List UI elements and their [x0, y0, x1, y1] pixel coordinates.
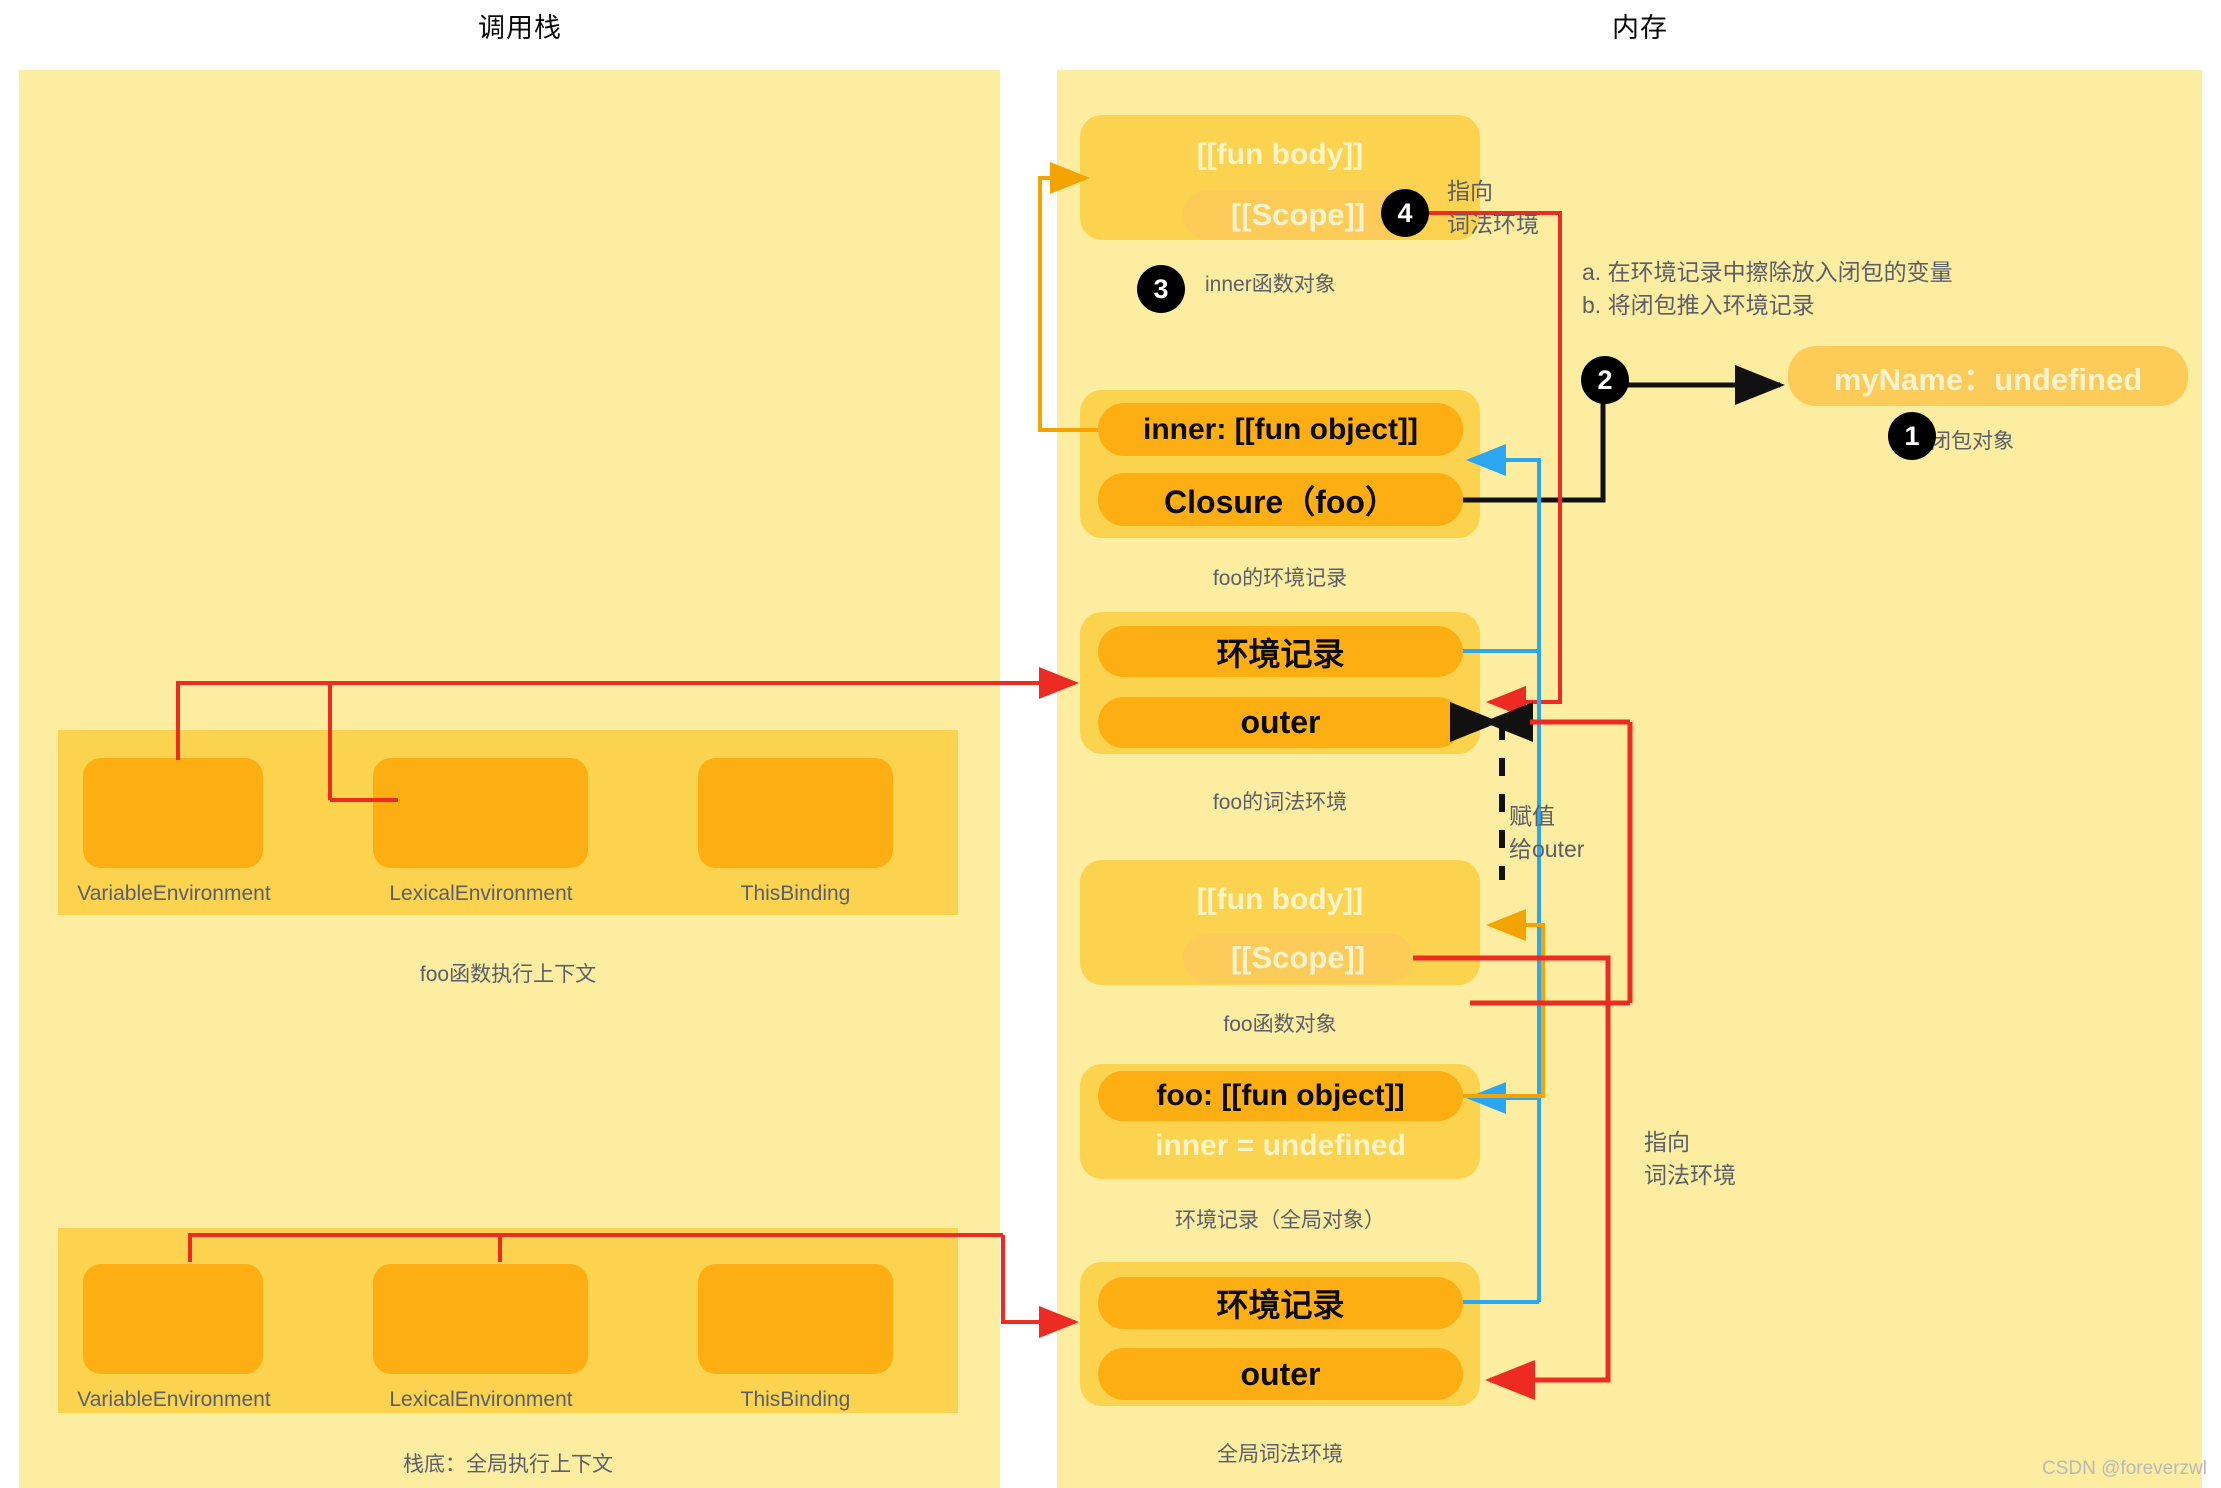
note-assign-to-outer: 赋值 给outer	[1509, 803, 1585, 862]
caption-foo-environment-record: foo的环境记录	[1212, 567, 1348, 590]
global-env-row-foo[interactable]: foo: [[fun object]]	[1098, 1071, 1463, 1121]
badge-2: 2	[1581, 356, 1629, 404]
slot-label-variable-environment: VariableEnvironment	[77, 882, 271, 905]
caption-foo-lexical-environment: foo的词法环境	[1212, 791, 1348, 814]
slot-lexical-environment[interactable]	[373, 758, 588, 868]
slot-variable-environment[interactable]	[83, 1264, 263, 1374]
badge-1: 1	[1888, 412, 1936, 460]
note-point-to-lexical-env: 指向 词法环境	[1644, 1129, 1736, 1188]
global-env-row-inner: inner = undefined	[1155, 1129, 1406, 1162]
slot-lexical-environment[interactable]	[373, 1264, 588, 1374]
foo-fun-body-label: [[fun body]]	[1196, 883, 1364, 916]
inner-scope-slot[interactable]: [[Scope]]	[1183, 190, 1413, 240]
call-stack-title: 调用栈	[478, 13, 562, 43]
caption-closure-object: 闭包对象	[1930, 430, 2014, 453]
caption-global-execution-context: 栈底：全局执行上下文	[403, 1453, 613, 1476]
note-step2-closure-steps: a. 在环境记录中擦除放入闭包的变量 b. 将闭包推入环境记录	[1582, 259, 1953, 318]
caption-inner-function-object: inner函数对象	[1205, 273, 1336, 296]
caption-global-lexical-environment: 全局词法环境	[1217, 1443, 1343, 1466]
caption-foo-function-object: foo函数对象	[1223, 1013, 1337, 1036]
execution-context-global: VariableEnvironment LexicalEnvironment T…	[58, 1228, 958, 1413]
diagram-root: 调用栈 内存 VariableEnvironment LexicalEnviro…	[0, 0, 2221, 1488]
watermark: CSDN @foreverzwl	[2042, 1458, 2207, 1479]
slot-label-this-binding: ThisBinding	[740, 882, 851, 905]
inner-fun-body-label: [[fun body]]	[1196, 138, 1364, 171]
badge-4: 4	[1381, 189, 1429, 237]
badge-3: 3	[1137, 265, 1185, 313]
slot-variable-environment[interactable]	[83, 758, 263, 868]
foo-env-row-inner[interactable]: inner: [[fun object]]	[1098, 403, 1463, 456]
memory-title: 内存	[1612, 13, 1668, 43]
slot-label-variable-environment: VariableEnvironment	[77, 1388, 271, 1411]
note-step4-point-to-lexical-env: 指向 词法环境	[1447, 178, 1539, 237]
global-lex-row-env-record[interactable]: 环境记录	[1098, 1277, 1463, 1329]
slot-label-lexical-environment: LexicalEnvironment	[389, 1388, 573, 1411]
slot-label-lexical-environment: LexicalEnvironment	[389, 882, 573, 905]
slot-label-this-binding: ThisBinding	[740, 1388, 851, 1411]
foo-lex-row-env-record[interactable]: 环境记录	[1098, 626, 1463, 677]
closure-object[interactable]: myName：undefined	[1788, 346, 2188, 406]
slot-this-binding[interactable]	[698, 758, 893, 868]
global-lex-row-outer[interactable]: outer	[1098, 1348, 1463, 1400]
foo-lex-row-outer[interactable]: outer	[1098, 697, 1463, 748]
foo-env-row-closure[interactable]: Closure（foo）	[1098, 473, 1463, 526]
caption-foo-execution-context: foo函数执行上下文	[419, 963, 597, 986]
slot-this-binding[interactable]	[698, 1264, 893, 1374]
caption-global-environment-record: 环境记录（全局对象）	[1175, 1209, 1385, 1232]
foo-scope-slot[interactable]: [[Scope]]	[1183, 933, 1413, 983]
execution-context-foo: VariableEnvironment LexicalEnvironment T…	[58, 730, 958, 915]
